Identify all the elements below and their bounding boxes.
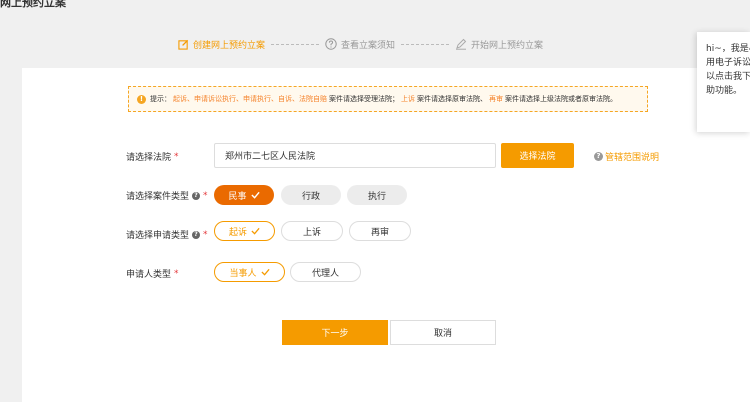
assistant-line: 助功能。 <box>706 86 743 96</box>
help-icon[interactable]: ? <box>192 230 201 239</box>
pen-icon <box>456 38 467 50</box>
check-icon <box>260 268 270 276</box>
scope-link-label: 管辖范围说明 <box>605 153 660 163</box>
step-create-label: 创建网上预约立案 <box>193 40 266 51</box>
case-type-label: 请选择案件类型 ? * <box>126 189 208 203</box>
step-divider <box>401 43 450 45</box>
step-divider <box>271 43 320 45</box>
step-create: 创建网上预约立案 <box>178 38 265 51</box>
tip-part2: 案件请选择受理法院； <box>329 95 399 103</box>
tip-part1: 起诉、申请诉讼执行、申请执行、自诉、法院自赔 <box>173 95 327 103</box>
option-label: 上诉 <box>302 227 321 238</box>
tip-prefix: 提示： <box>150 95 171 103</box>
case-type-label-text: 请选择案件类型 <box>126 192 190 202</box>
step-start-label: 开始网上预约立案 <box>471 40 544 51</box>
edit-icon <box>178 39 189 50</box>
required-mark: * <box>174 268 179 279</box>
tip-banner: ! 提示： 起诉、申请诉讼执行、申请执行、自诉、法院自赔 案件请选择受理法院； … <box>128 86 648 112</box>
tip-part6: 案件请选择上级法院或者原审法院。 <box>505 95 617 103</box>
applicant-type-label-text: 申请人类型 <box>126 270 172 280</box>
next-step-button[interactable]: 下一步 <box>282 320 388 345</box>
option-label: 再审 <box>370 227 389 238</box>
option-label: 起诉 <box>228 227 247 238</box>
apply-type-option-appeal[interactable]: 上诉 <box>281 221 343 241</box>
page-title: 网上预约立案 <box>0 0 66 9</box>
case-type-option-admin[interactable]: 行政 <box>281 185 341 205</box>
tip-part5: 再审 <box>489 95 503 103</box>
cancel-button[interactable]: 取消 <box>390 320 496 345</box>
tip-part4: 案件请选择原审法院、 <box>417 95 487 103</box>
step-start: 开始网上预约立案 <box>455 38 543 51</box>
applicant-type-label: 申请人类型 * <box>126 267 179 281</box>
court-label-text: 请选择法院 <box>126 153 172 163</box>
check-icon <box>251 227 260 235</box>
assistant-line: 以点击我下 <box>706 72 750 82</box>
assistant-line: 用电子诉讼 <box>706 58 750 68</box>
option-label: 代理人 <box>311 268 339 279</box>
apply-type-label-text: 请选择申请类型 <box>126 231 190 241</box>
step-notice: 查看立案须知 <box>325 38 395 51</box>
jurisdiction-scope-link[interactable]: ? 管辖范围说明 <box>594 150 659 163</box>
select-court-button[interactable]: 选择法院 <box>501 143 574 168</box>
applicant-type-option-party[interactable]: 当事人 <box>214 262 285 282</box>
case-type-option-civil[interactable]: 民事 <box>214 185 274 205</box>
apply-type-option-sue[interactable]: 起诉 <box>214 221 275 241</box>
court-input[interactable] <box>214 143 496 168</box>
option-label: 行政 <box>301 191 320 202</box>
exclamation-icon: ! <box>137 94 146 104</box>
question-circle-icon <box>325 38 337 50</box>
apply-type-label: 请选择申请类型 ? * <box>126 228 208 242</box>
option-label: 民事 <box>228 191 247 202</box>
step-progress: 创建网上预约立案 查看立案须知 开始网上预约立案 <box>178 36 543 52</box>
help-icon[interactable]: ? <box>192 191 201 200</box>
option-label: 执行 <box>367 191 386 202</box>
applicant-type-option-agent[interactable]: 代理人 <box>290 262 361 282</box>
option-label: 当事人 <box>229 268 257 279</box>
apply-type-option-retrial[interactable]: 再审 <box>349 221 411 241</box>
required-mark: * <box>203 190 208 201</box>
question-icon: ? <box>594 152 603 161</box>
step-notice-label: 查看立案须知 <box>341 40 396 51</box>
case-type-option-exec[interactable]: 执行 <box>347 185 407 205</box>
check-icon <box>250 191 260 199</box>
assistant-line: hi~，我是小 <box>706 44 750 54</box>
required-mark: * <box>174 151 179 162</box>
tip-part3: 上诉 <box>401 95 415 103</box>
required-mark: * <box>203 229 208 240</box>
assistant-popup[interactable]: hi~，我是小 用电子诉讼 以点击我下 助功能。 <box>697 32 750 132</box>
court-label: 请选择法院 * <box>126 150 179 164</box>
